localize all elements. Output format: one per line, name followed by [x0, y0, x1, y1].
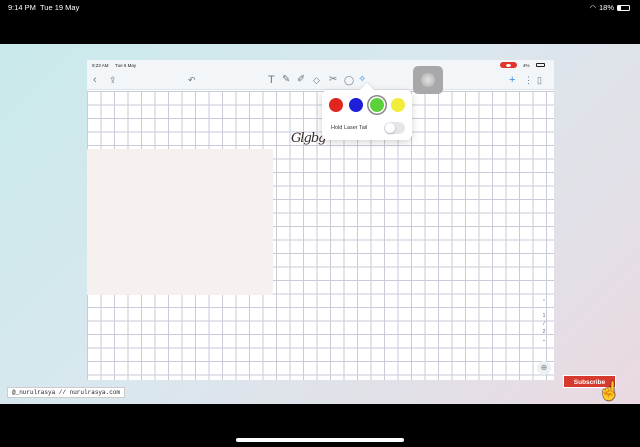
shapes-icon[interactable]: ◯ [344, 73, 354, 87]
zoom-icon[interactable]: ⊕ [537, 361, 551, 375]
hold-laser-tail-label: Hold Laser Tail [331, 125, 368, 131]
inner-battery-percent: 4% [523, 63, 530, 68]
current-page: 1 [542, 313, 546, 319]
share-icon[interactable]: ⇪ [109, 73, 117, 87]
total-pages: 2 [542, 329, 546, 335]
screen-recording-icon [500, 62, 517, 68]
color-swatch-green[interactable] [370, 98, 384, 112]
highlighter-icon[interactable]: ✐ [297, 73, 305, 87]
color-swatch-blue[interactable] [349, 98, 363, 112]
pencil-icon[interactable]: ✎ [282, 73, 290, 87]
note-canvas[interactable]: Glgbg [87, 91, 554, 380]
status-date: Tue 19 May [40, 3, 80, 12]
add-page-icon[interactable]: + [509, 73, 515, 87]
more-icon[interactable]: ⋮ [524, 73, 533, 87]
ipad-status-bar: 9:14 PM Tue 19 May ◠ 18% [0, 0, 640, 14]
inner-date: Tue 5 May [115, 63, 137, 68]
home-indicator[interactable] [236, 438, 404, 442]
eraser-icon[interactable]: ◇ [313, 73, 320, 87]
back-icon[interactable]: ‹ [93, 73, 97, 87]
pages-icon[interactable]: ▯ [537, 73, 542, 87]
inner-status-bar: 9:23 AM Tue 5 May 4% [87, 60, 554, 70]
toolbar: ‹ ⇪ ↶ T ✎ ✐ ◇ ✂ ◯ ✧ + ⋮ ▯ [87, 70, 554, 90]
status-time: 9:14 PM [8, 3, 36, 12]
page-scroller[interactable]: ⌃ 1 / 2 ⌄ [537, 298, 551, 353]
handwriting-sample: Glgbg [291, 131, 327, 146]
color-swatch-red[interactable] [329, 98, 343, 112]
watermark: @_nurulrasya // nurulrasya.com [7, 387, 126, 398]
status-right: ◠ 18% [590, 3, 630, 12]
laser-pointer-popover: Hold Laser Tail [322, 82, 412, 140]
battery-icon [617, 4, 630, 11]
laser-dot-button[interactable] [413, 66, 443, 94]
hold-laser-tail-toggle[interactable] [384, 122, 405, 134]
color-swatch-yellow[interactable] [391, 98, 405, 112]
text-tool-icon[interactable]: T [268, 73, 275, 87]
hand-cursor-icon: ☝ [598, 381, 621, 401]
wifi-icon: ◠ [589, 4, 596, 12]
screen: 9:14 PM Tue 19 May ◠ 18% 9:23 AM Tue 5 M… [0, 0, 640, 447]
pasted-paper-image [87, 149, 273, 295]
goodnotes-window: 9:23 AM Tue 5 May 4% ‹ ⇪ ↶ T ✎ ✐ ◇ ✂ ◯ ✧… [87, 60, 554, 380]
scroll-down-icon[interactable]: ⌄ [537, 336, 551, 344]
lasso-icon[interactable]: ✂ [329, 73, 337, 87]
inner-time: 9:23 AM [92, 63, 109, 68]
inner-battery-icon [536, 63, 545, 67]
page-separator: / [543, 321, 545, 327]
scroll-up-icon[interactable]: ⌃ [537, 298, 551, 306]
battery-percent: 18% [598, 3, 614, 12]
undo-icon[interactable]: ↶ [188, 73, 196, 87]
